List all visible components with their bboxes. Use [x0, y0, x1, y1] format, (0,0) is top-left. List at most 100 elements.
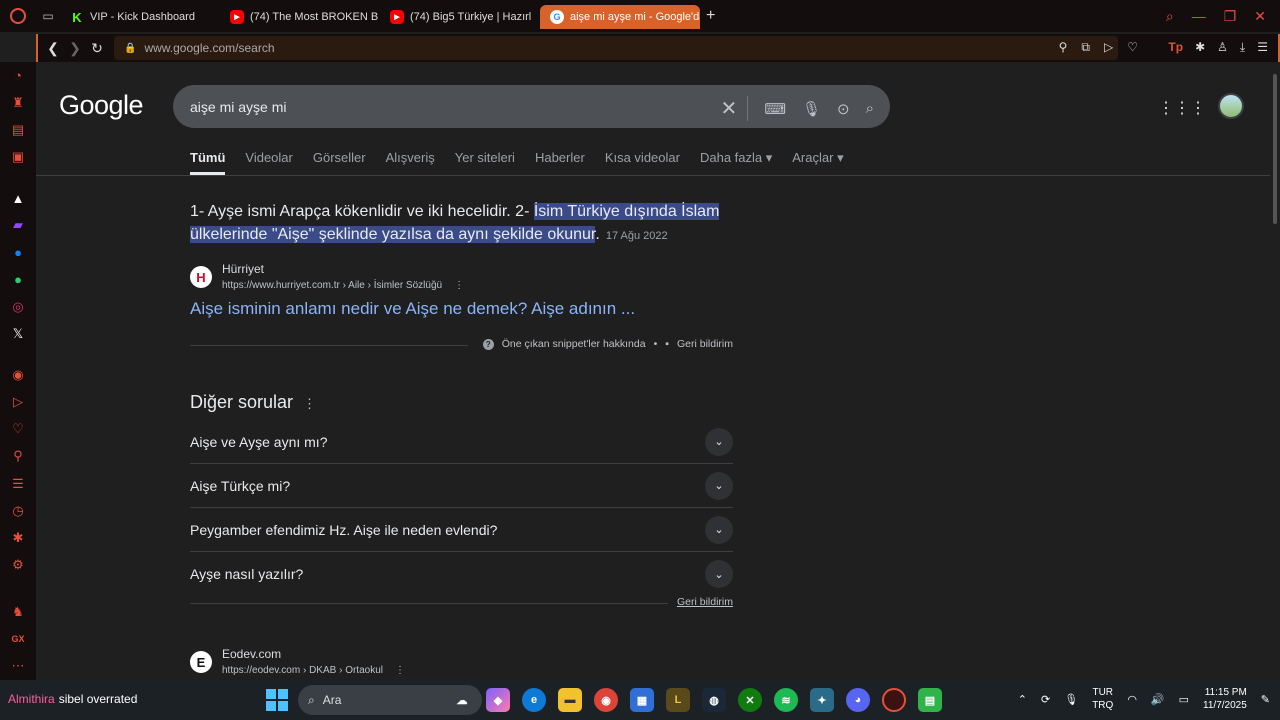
tab-youtube-2[interactable]: ▶ (74) Big5 Türkiye | Hazırl	[380, 5, 540, 29]
back-button[interactable]: ❮	[42, 40, 64, 57]
search-box[interactable]: aişe mi ayşe mi ✕ ⌨ 🎙 ⊙ ⌕	[173, 85, 890, 128]
vpn-icon[interactable]: ✦	[810, 688, 834, 712]
lens-icon[interactable]: ⊙	[837, 100, 850, 118]
whatsapp-icon[interactable]: ●	[0, 266, 36, 293]
paa-question[interactable]: Ayşe nasıl yazılır? ⌄	[190, 552, 733, 596]
spotify-icon[interactable]: ≋	[774, 688, 798, 712]
microphone-icon[interactable]: 🎙	[802, 100, 821, 118]
battery-icon[interactable]: ▭	[1179, 693, 1189, 706]
flow-sidebar-icon[interactable]: ▷	[0, 389, 36, 416]
history-icon[interactable]: ◷	[0, 497, 36, 524]
music-player-icon[interactable]: ◉	[0, 361, 36, 388]
tab-images[interactable]: Görseller	[313, 150, 366, 166]
chevron-down-icon[interactable]: ⌄	[705, 515, 733, 544]
pinboard-icon[interactable]: ⚲	[0, 443, 36, 470]
more-options-icon[interactable]: ⋮	[303, 396, 316, 411]
result-source[interactable]: E Eodev.com https://eodev.com › DKAB › O…	[190, 647, 405, 676]
more-options-icon[interactable]: ⋮	[395, 665, 405, 676]
google-logo[interactable]: Google	[59, 90, 144, 121]
mail-icon[interactable]: ▣	[0, 144, 36, 171]
volume-icon[interactable]: 🔊	[1151, 693, 1165, 706]
messenger-icon[interactable]: ●	[0, 239, 36, 266]
tab-google[interactable]: Gaişe mi ayşe mi - Google'da	[540, 5, 700, 29]
snapshot-icon[interactable]: ⧉	[1081, 40, 1090, 55]
file-explorer-icon[interactable]: ▬	[558, 688, 582, 712]
widget-icon[interactable]: ☁	[450, 688, 474, 712]
clock[interactable]: 11:15 PM 11/7/2025	[1203, 686, 1247, 712]
tab-short-videos[interactable]: Kısa videolar	[605, 150, 680, 166]
paa-question[interactable]: Aişe ve Ayşe aynı mı? ⌄	[190, 420, 733, 464]
profile-icon[interactable]: ♙	[1217, 40, 1228, 55]
extension-tp-icon[interactable]: Tp	[1168, 40, 1183, 55]
gx-corner-icon[interactable]: ♜	[0, 89, 36, 116]
feedback-link[interactable]: Geri bildirim	[677, 338, 733, 350]
x-icon[interactable]: 𝕏	[0, 320, 36, 347]
flow-icon[interactable]: ▷	[1104, 40, 1113, 55]
tab-all[interactable]: Tümü	[190, 150, 226, 175]
tab-shopping[interactable]: Alışveriş	[386, 150, 435, 166]
about-snippets-link[interactable]: Öne çıkan snippet'ler hakkında	[502, 338, 646, 350]
search-icon[interactable]: ⌕	[866, 100, 874, 117]
reload-button[interactable]: ↻	[86, 40, 108, 57]
chrome-icon[interactable]: ◉	[594, 688, 618, 712]
scrollbar[interactable]	[1270, 62, 1280, 680]
new-tab-button[interactable]: +	[706, 7, 715, 25]
notifications-icon[interactable]: ✎	[1261, 693, 1270, 706]
store-icon[interactable]: ▦	[630, 688, 654, 712]
heart-icon[interactable]: ♡	[1127, 40, 1138, 55]
paa-question[interactable]: Peygamber efendimiz Hz. Aişe ile neden e…	[190, 508, 733, 552]
microphone-icon[interactable]: 🎙	[1064, 693, 1078, 706]
gx-control-icon[interactable]: ♞	[0, 599, 36, 626]
twitch-icon[interactable]: ▰	[0, 212, 36, 239]
avatar[interactable]	[1218, 93, 1244, 119]
language-indicator[interactable]: TUR TRQ	[1092, 686, 1113, 712]
restore-button[interactable]: ❐	[1224, 8, 1237, 25]
wifi-icon[interactable]: ◠	[1127, 693, 1137, 706]
edge-icon[interactable]: e	[522, 688, 546, 712]
result-title-link[interactable]: Aişe isminin anlamı nedir ve Aişe ne dem…	[190, 299, 635, 319]
clear-icon[interactable]: ✕	[721, 96, 749, 121]
url-field[interactable]: 🔒 www.google.com/search	[114, 36, 1118, 60]
tab-videos[interactable]: Videolar	[245, 150, 292, 166]
steam-icon[interactable]: ◍	[702, 688, 726, 712]
apps-grid-icon[interactable]: ⋮⋮⋮	[1158, 98, 1206, 118]
app-icon[interactable]: ▤	[918, 688, 942, 712]
extensions-sidebar-icon[interactable]: ✱	[0, 524, 36, 551]
paa-question[interactable]: Aişe Türkçe mi? ⌄	[190, 464, 733, 508]
speed-dial-icon[interactable]: ◔	[0, 62, 36, 89]
opera-menu-icon[interactable]	[0, 0, 36, 32]
tab-places[interactable]: Yer siteleri	[455, 150, 515, 166]
pin-icon[interactable]: ⚲	[1059, 40, 1068, 55]
bookmarks-icon[interactable]: ♡	[0, 416, 36, 443]
discord-icon[interactable]: ◕	[846, 688, 870, 712]
opera-gx-icon[interactable]	[882, 688, 906, 712]
extensions-icon[interactable]: ✱	[1195, 40, 1205, 55]
tab-news[interactable]: Haberler	[535, 150, 585, 166]
tab-more[interactable]: Daha fazla ▾	[700, 150, 772, 166]
chevron-up-icon[interactable]: ⌃	[1018, 693, 1027, 706]
league-icon[interactable]: L	[666, 688, 690, 712]
instagram-icon[interactable]: ◎	[0, 293, 36, 320]
tab-kick[interactable]: K VIP - Kick Dashboard	[60, 5, 220, 29]
close-button[interactable]: ✕	[1254, 8, 1266, 25]
more-icon[interactable]: ⋯	[0, 653, 36, 680]
xbox-icon[interactable]: ✕	[738, 688, 762, 712]
copilot-icon[interactable]: ◆	[486, 688, 510, 712]
tab-youtube-1[interactable]: ▶ (74) The Most BROKEN B	[220, 5, 380, 29]
player-icon[interactable]: ▲	[0, 185, 36, 212]
search-query[interactable]: aişe mi ayşe mi	[190, 99, 286, 115]
keyboard-icon[interactable]: ⌨	[764, 100, 786, 118]
tab-tools[interactable]: Araçlar ▾	[792, 150, 843, 166]
easy-setup-icon[interactable]: ☰	[1257, 40, 1268, 55]
more-options-icon[interactable]: ⋮	[454, 280, 464, 291]
feedback-link[interactable]: Geri bildirim	[677, 596, 733, 608]
tabs-icon[interactable]: ☰	[0, 470, 36, 497]
download-icon[interactable]: ⤓	[1240, 40, 1245, 55]
chevron-down-icon[interactable]: ⌄	[705, 427, 733, 456]
snippet-source[interactable]: H Hürriyet https://www.hurriyet.com.tr ›…	[190, 262, 464, 291]
sync-icon[interactable]: ⟳	[1041, 693, 1050, 706]
news-icon[interactable]: ▤	[0, 116, 36, 143]
forward-button[interactable]: ❯	[64, 40, 86, 57]
chevron-down-icon[interactable]: ⌄	[705, 560, 733, 588]
search-tabs-icon[interactable]: ⌕	[1166, 8, 1174, 25]
